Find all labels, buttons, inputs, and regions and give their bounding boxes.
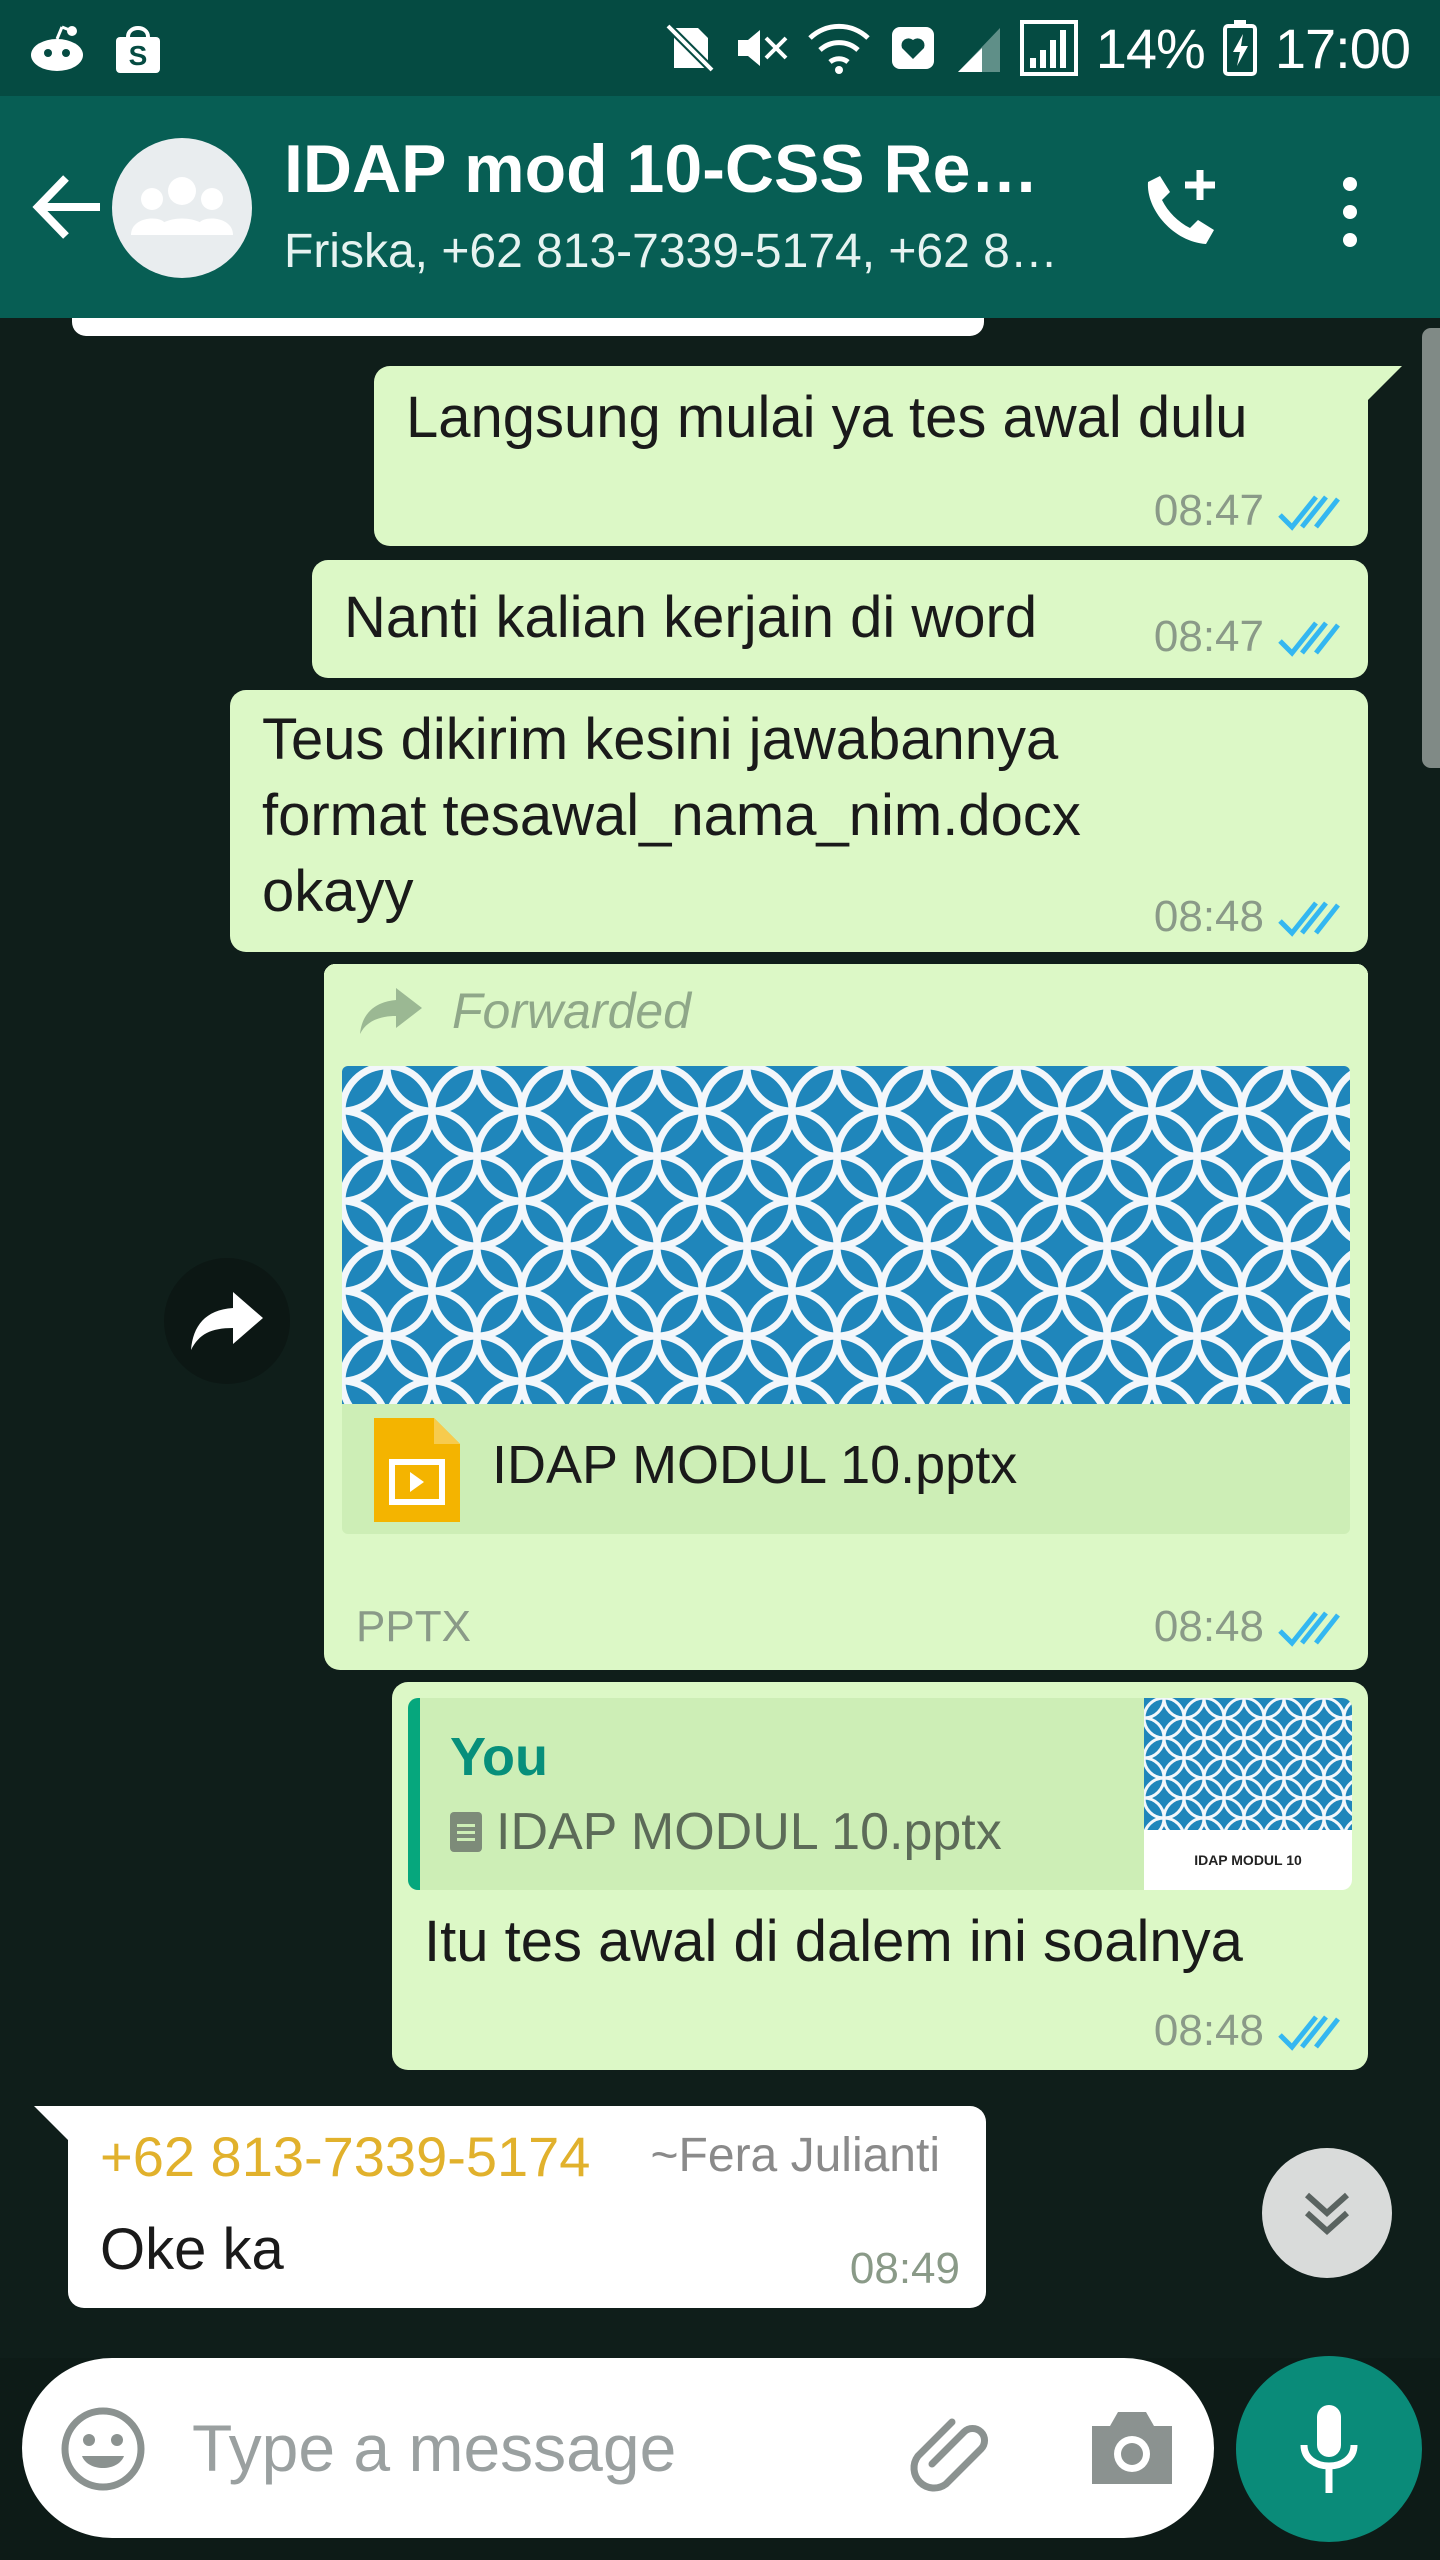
message-time: 08:49 — [849, 2244, 960, 2293]
pattern-image — [342, 1066, 1350, 1404]
message-time: 08:48 — [1153, 1602, 1264, 1651]
message-composer[interactable]: Type a message — [22, 2358, 1214, 2538]
quote-author: You — [450, 1727, 548, 1787]
voice-record-button[interactable] — [1236, 2356, 1422, 2542]
nfc-icon — [891, 27, 934, 69]
forward-arrow-icon — [191, 1292, 263, 1350]
no-sim-icon — [664, 23, 715, 73]
document-preview-image[interactable] — [342, 1066, 1350, 1404]
quote-thumbnail: IDAP MODUL 10 — [1144, 1698, 1352, 1890]
add-call-icon[interactable] — [1130, 160, 1230, 260]
battery-percent: 14% — [1095, 16, 1206, 80]
read-ticks-icon — [1278, 495, 1340, 531]
thumbnail-pattern — [1144, 1698, 1352, 1830]
more-options-icon[interactable] — [1320, 172, 1380, 252]
read-ticks-icon — [1278, 1611, 1340, 1647]
slides-file-icon — [374, 1418, 460, 1522]
thumbnail-label: IDAP MODUL 10 — [1144, 1830, 1352, 1890]
quote-accent-bar — [408, 1698, 420, 1890]
message-time: 08:47 — [1153, 612, 1264, 661]
chat-header: IDAP mod 10-CSS Res… Friska, +62 813-733… — [0, 96, 1440, 318]
message-time: 08:48 — [1153, 892, 1264, 941]
message-line: Teus dikirim kesini jawabannya — [262, 707, 1059, 772]
message-input[interactable]: Type a message — [192, 2410, 676, 2486]
forwarded-label: Forwarded — [452, 983, 691, 1039]
document-type: PPTX — [356, 1602, 471, 1651]
forward-share-button[interactable] — [164, 1258, 290, 1384]
read-ticks-icon — [1278, 901, 1340, 937]
mute-icon — [737, 30, 788, 66]
emoji-icon[interactable] — [58, 2404, 148, 2494]
quote-document-name: IDAP MODUL 10.pptx — [496, 1803, 1002, 1861]
previous-message-edge — [72, 318, 984, 336]
wifi-icon — [808, 23, 870, 74]
quoted-message[interactable]: You IDAP MODUL 10.pptx IDAP MODUL 10 — [408, 1698, 1352, 1890]
forwarded-label-row: Forwarded — [356, 982, 691, 1040]
message-line: format tesawal_nama_nim.docx — [262, 783, 1081, 848]
scrollbar[interactable] — [1422, 328, 1440, 768]
message-incoming[interactable]: +62 813-7339-5174 ~Fera Julianti Oke ka … — [34, 2106, 986, 2308]
signal-icon — [957, 28, 1000, 72]
message-outgoing[interactable]: Langsung mulai ya tes awal dulu 08:47 — [374, 366, 1402, 546]
double-chevron-down-icon — [1304, 2192, 1350, 2236]
message-outgoing[interactable]: Nanti kalian kerjain di word 08:47 — [312, 560, 1368, 678]
battery-charging-icon — [1222, 20, 1257, 76]
microphone-icon — [1300, 2405, 1358, 2493]
document-file-row[interactable]: IDAP MODUL 10.pptx — [342, 1404, 1350, 1534]
read-ticks-icon — [1278, 621, 1340, 657]
message-outgoing[interactable]: Teus dikirim kesini jawabannya format te… — [230, 690, 1368, 952]
chat-screen: S 14% 17:00 IDAP mod 10-CSS Res… Friska,… — [0, 0, 1440, 2560]
signal-icon-2 — [1019, 20, 1078, 76]
back-arrow-icon[interactable] — [24, 162, 114, 252]
clock: 17:00 — [1274, 16, 1411, 80]
group-avatar[interactable] — [112, 138, 252, 278]
reddit-icon — [31, 25, 83, 71]
attach-icon[interactable] — [902, 2402, 998, 2498]
sender-name: ~Fera Julianti — [650, 2129, 940, 2182]
message-time: 08:48 — [1153, 2006, 1264, 2055]
svg-text:S: S — [129, 40, 148, 71]
chat-title[interactable]: IDAP mod 10-CSS Res… — [284, 130, 1074, 208]
scroll-to-bottom-button[interactable] — [1262, 2148, 1392, 2278]
message-time: 08:47 — [1153, 486, 1264, 535]
message-text: Langsung mulai ya tes awal dulu — [406, 385, 1248, 450]
status-bar: S 14% 17:00 — [0, 0, 1440, 96]
document-name: IDAP MODUL 10.pptx — [492, 1435, 1018, 1495]
camera-icon[interactable] — [1086, 2406, 1178, 2490]
read-ticks-icon — [1278, 2015, 1340, 2051]
sender-phone[interactable]: +62 813-7339-5174 — [100, 2124, 590, 2189]
chat-members[interactable]: Friska, +62 813-7339-5174, +62 8… — [284, 224, 1084, 279]
message-text: Oke ka — [100, 2217, 284, 2282]
forwarded-document-content[interactable]: Forwarded IDAP MODUL 10.pptx PPTX 08:48 — [324, 964, 1368, 1670]
message-text: Nanti kalian kerjain di word — [344, 585, 1038, 650]
document-icon — [450, 1812, 482, 1852]
message-outgoing-reply[interactable]: You IDAP MODUL 10.pptx IDAP MODUL 10 Itu… — [392, 1682, 1368, 2070]
message-text: Itu tes awal di dalem ini soalnya — [424, 1909, 1243, 1974]
shopee-icon: S — [116, 26, 160, 73]
group-icon — [131, 177, 233, 235]
message-line: okayy — [262, 859, 414, 924]
forwarded-icon — [360, 988, 422, 1034]
